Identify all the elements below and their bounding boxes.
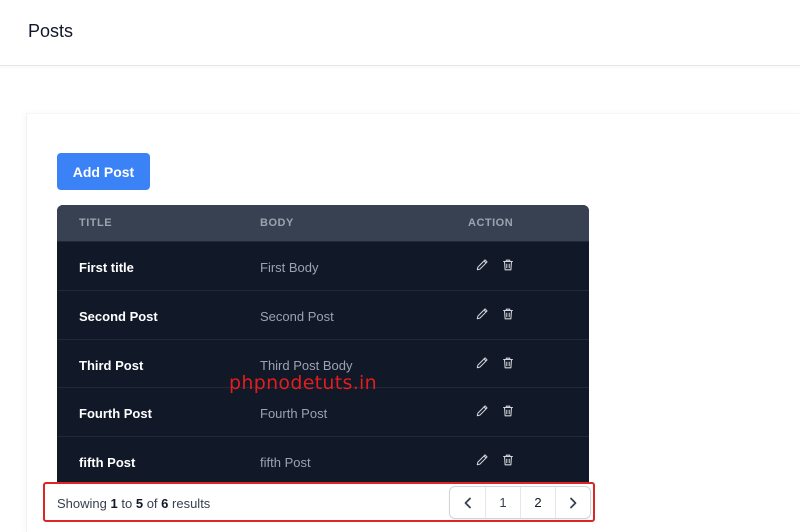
pencil-icon[interactable] [475,403,489,419]
column-header-body: BODY [260,217,294,229]
cell-title: Second Post [79,308,158,324]
row-actions [475,257,515,273]
next-page-button[interactable] [555,487,590,518]
row-actions [475,403,515,419]
pencil-icon[interactable] [475,257,489,273]
cell-title: Third Post [79,357,144,373]
posts-table: TITLE BODY ACTION First title First Body… [57,205,589,485]
previous-page-button[interactable] [450,487,485,518]
page-title: Posts [28,21,74,41]
watermark-text: phpnodetuts.in [229,372,377,394]
trash-icon[interactable] [501,355,515,371]
page-button-1[interactable]: 1 [485,487,520,518]
column-header-action: ACTION [468,217,514,229]
pencil-icon[interactable] [475,355,489,371]
table-row: fifth Post fifth Post [57,436,589,485]
chevron-right-icon [570,497,577,508]
results-to: 5 [135,496,144,511]
cell-body: Third Post Body [260,357,353,373]
results-from: 1 [110,496,118,511]
table-row: First title First Body [57,241,589,290]
cell-title: Fourth Post [79,406,152,422]
results-showing-word: Showing [57,496,107,511]
cell-title: fifth Post [79,455,136,471]
row-actions [475,306,515,322]
cell-title: First title [79,260,134,275]
table-row: Fourth Post Fourth Post [57,387,589,436]
results-word: results [172,496,211,511]
table-header: TITLE BODY ACTION [57,205,589,241]
row-actions [475,452,515,468]
cell-body: Second Post [260,308,334,324]
trash-icon[interactable] [501,306,515,322]
cell-body: Fourth Post [260,406,328,422]
page-button-2[interactable]: 2 [520,487,555,518]
results-total: 6 [161,496,169,511]
chevron-left-icon [464,497,471,508]
trash-icon[interactable] [501,452,515,468]
top-header: Posts [0,0,800,66]
add-post-button[interactable]: Add Post [57,153,150,190]
results-to-word: to [121,496,133,511]
results-summary: Showing 1 to 5 of 6 results [57,496,210,511]
cell-body: fifth Post [260,455,311,471]
pagination-bar: Showing 1 to 5 of 6 results 1 2 [43,482,595,522]
trash-icon[interactable] [501,403,515,419]
pagination-controls: 1 2 [449,486,591,519]
cell-body: First Body [260,260,319,275]
trash-icon[interactable] [501,257,515,273]
pencil-icon[interactable] [475,306,489,322]
table-row: Second Post Second Post [57,289,589,339]
results-of-word: of [146,496,158,511]
row-actions [475,355,515,371]
column-header-title: TITLE [79,217,113,229]
pencil-icon[interactable] [475,452,489,468]
